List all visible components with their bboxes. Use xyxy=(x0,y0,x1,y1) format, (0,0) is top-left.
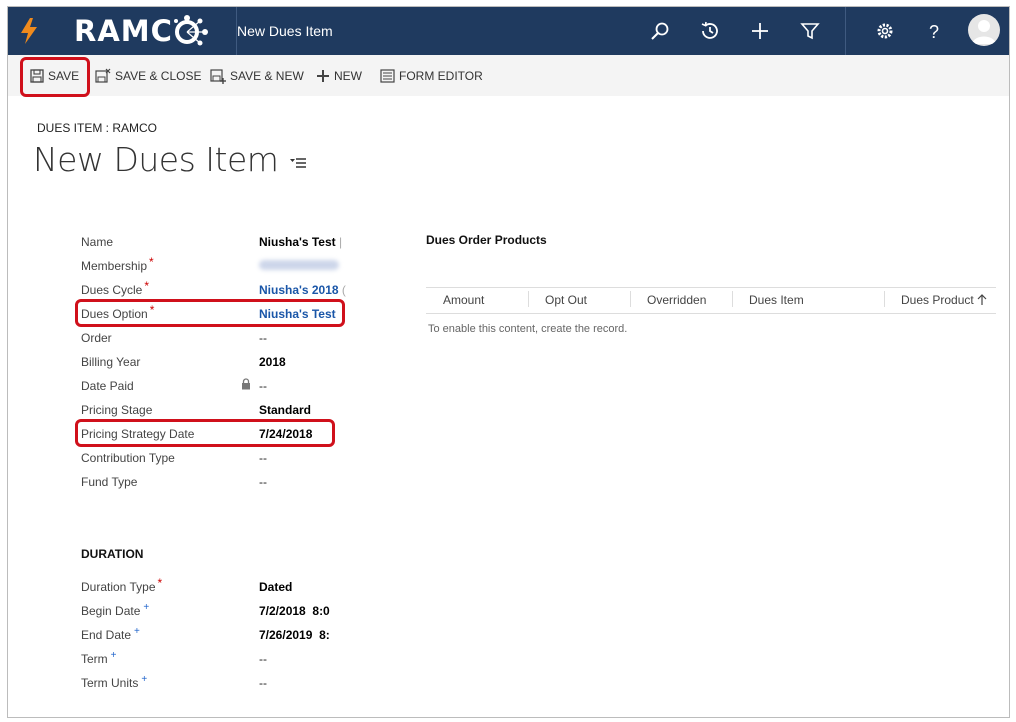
save-icon xyxy=(30,69,44,83)
column-header-overridden[interactable]: Overridden xyxy=(647,293,706,307)
column-header-dues-item[interactable]: Dues Item xyxy=(749,293,804,307)
dues-cycle-value[interactable]: Niusha's 2018 ( xyxy=(259,282,351,298)
save-close-label: SAVE & CLOSE xyxy=(115,69,202,83)
dues-order-products-title: Dues Order Products xyxy=(426,233,547,247)
column-divider xyxy=(884,291,885,307)
column-divider xyxy=(528,291,529,307)
duration-type-value[interactable]: Dated xyxy=(259,579,292,595)
term-units-label: Term Units + xyxy=(81,674,148,690)
save-close-button[interactable]: SAVE & CLOSE xyxy=(95,67,201,85)
top-nav-bar: RAMC New Dues Item ? xyxy=(8,7,1009,55)
brand-logo[interactable]: RAMC xyxy=(74,14,211,48)
save-new-icon xyxy=(210,69,226,84)
required-indicator: * xyxy=(157,576,163,590)
begin-date-value[interactable]: 7/2/2018 8:0 xyxy=(259,603,349,619)
save-new-button[interactable]: SAVE & NEW xyxy=(210,67,304,85)
order-label: Order xyxy=(81,331,112,345)
column-divider xyxy=(630,291,631,307)
grid-empty-message: To enable this content, create the recor… xyxy=(428,323,628,335)
membership-label: Membership * xyxy=(81,255,154,273)
history-icon[interactable] xyxy=(698,19,722,43)
billing-year-value[interactable]: 2018 xyxy=(259,354,286,370)
app-window: RAMC New Dues Item ? SAVE SAVE & CLOSE S… xyxy=(7,6,1010,718)
search-icon[interactable] xyxy=(648,19,672,43)
contribution-type-value[interactable]: -- xyxy=(259,450,267,466)
billing-year-label: Billing Year xyxy=(81,355,141,369)
avatar[interactable] xyxy=(968,14,1000,46)
contribution-type-label: Contribution Type xyxy=(81,451,175,465)
date-paid-label: Date Paid xyxy=(81,379,134,393)
term-units-value[interactable]: -- xyxy=(259,675,267,691)
term-value[interactable]: -- xyxy=(259,651,267,667)
save-new-label: SAVE & NEW xyxy=(230,69,304,83)
brand-text: RAMC xyxy=(74,14,173,48)
form-editor-label: FORM EDITOR xyxy=(399,69,483,83)
plus-icon xyxy=(317,70,329,82)
column-divider xyxy=(732,291,733,307)
help-icon[interactable]: ? xyxy=(922,19,946,43)
page-title-container: New Dues Item xyxy=(33,140,307,179)
brand-molecule-icon xyxy=(173,15,208,46)
lock-icon xyxy=(242,378,250,390)
term-label: Term + xyxy=(81,650,117,666)
end-date-value[interactable]: 7/26/2019 8: xyxy=(259,627,349,643)
page-title: New Dues Item xyxy=(33,140,279,179)
pricing-strategy-date-label: Pricing Strategy Date xyxy=(81,427,195,441)
save-button[interactable]: SAVE xyxy=(30,67,79,85)
name-value[interactable]: Niusha's Test | xyxy=(259,234,349,250)
sort-ascending-icon xyxy=(977,294,987,305)
entity-breadcrumb: DUES ITEM : RAMCO xyxy=(37,121,158,135)
membership-value[interactable] xyxy=(259,260,339,270)
gear-icon[interactable] xyxy=(873,19,897,43)
fund-type-label: Fund Type xyxy=(81,475,138,489)
new-label: NEW xyxy=(334,69,362,83)
fund-type-value[interactable]: -- xyxy=(259,474,267,490)
name-label: Name xyxy=(81,235,114,249)
dues-option-value[interactable]: Niusha's Test xyxy=(259,306,349,322)
dues-cycle-label: Dues Cycle * xyxy=(81,279,150,297)
recommended-indicator: + xyxy=(141,674,148,685)
begin-date-label: Begin Date + xyxy=(81,602,150,618)
recommended-indicator: + xyxy=(110,650,117,661)
date-paid-value: -- xyxy=(259,379,267,393)
duration-section-heading: DURATION xyxy=(81,547,144,561)
new-button[interactable]: NEW xyxy=(316,67,362,85)
pricing-stage-label: Pricing Stage xyxy=(81,403,153,417)
required-indicator: * xyxy=(149,255,154,269)
order-value[interactable]: -- xyxy=(259,330,267,346)
app-title: New Dues Item xyxy=(237,23,333,39)
recommended-indicator: + xyxy=(143,602,150,613)
grid-header: Amount Opt Out Overridden Dues Item Dues… xyxy=(426,287,996,314)
form-editor-button[interactable]: FORM EDITOR xyxy=(380,67,483,85)
duration-type-label: Duration Type * xyxy=(81,576,163,594)
required-indicator: * xyxy=(144,279,150,293)
dues-option-label: Dues Option * xyxy=(81,303,155,321)
lightning-bolt-icon[interactable] xyxy=(17,17,41,45)
plus-icon[interactable] xyxy=(748,19,772,43)
pricing-stage-value[interactable]: Standard xyxy=(259,402,311,418)
svg-text:?: ? xyxy=(929,22,939,42)
required-indicator: * xyxy=(149,303,155,317)
form-selector-icon[interactable] xyxy=(290,156,307,168)
save-label: SAVE xyxy=(48,69,80,83)
column-header-opt-out[interactable]: Opt Out xyxy=(545,293,587,307)
nav-divider xyxy=(845,7,846,55)
user-icon xyxy=(972,20,996,44)
column-header-dues-product[interactable]: Dues Product xyxy=(901,293,987,307)
form-editor-icon xyxy=(380,69,395,83)
command-bar: SAVE SAVE & CLOSE SAVE & NEW NEW FORM ED… xyxy=(8,55,1009,96)
pricing-strategy-date-value[interactable]: 7/24/2018 xyxy=(259,426,312,442)
recommended-indicator: + xyxy=(134,626,140,637)
filter-icon[interactable] xyxy=(798,19,822,43)
column-header-amount[interactable]: Amount xyxy=(443,293,484,307)
save-close-icon xyxy=(95,68,111,83)
end-date-label: End Date + xyxy=(81,626,140,642)
